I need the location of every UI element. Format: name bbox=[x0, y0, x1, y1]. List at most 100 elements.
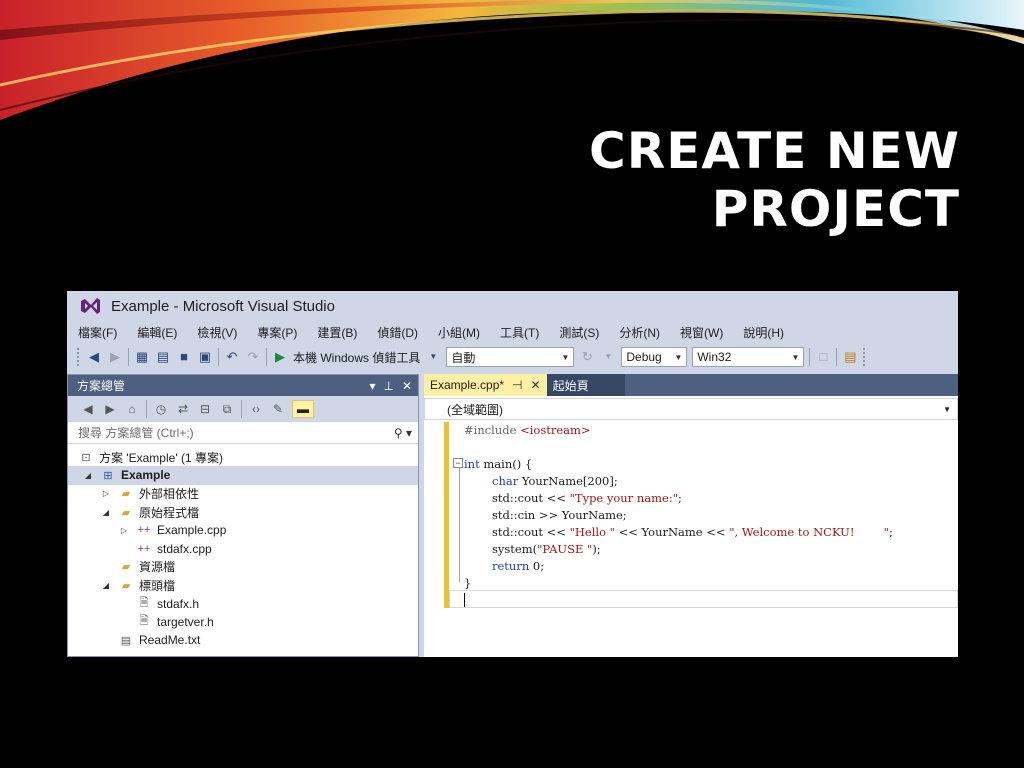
tree-row-resource-files[interactable]: ▰ 資源檔 bbox=[68, 558, 418, 576]
cpp-file-icon: ++ bbox=[137, 542, 151, 555]
collapse-all-icon[interactable]: ⊟ bbox=[197, 400, 213, 418]
tree-row-example-cpp[interactable]: ▷ ++ Example.cpp bbox=[68, 521, 418, 539]
close-icon[interactable]: ✕ bbox=[531, 378, 541, 392]
menu-build[interactable]: 建置(B) bbox=[317, 324, 357, 341]
tree-row-project[interactable]: ◢ ⊞ Example bbox=[68, 466, 418, 485]
change-tracking-bar bbox=[444, 422, 449, 608]
menu-help[interactable]: 說明(H) bbox=[743, 324, 784, 341]
code-token: ); bbox=[592, 542, 601, 556]
pin-icon[interactable]: ⊣ bbox=[512, 378, 522, 392]
forward-icon[interactable]: ▶ bbox=[102, 400, 118, 418]
auto-combo[interactable]: 自動 ▼ bbox=[446, 347, 575, 367]
tree-label: 標頭檔 bbox=[139, 578, 176, 593]
save-all-icon[interactable]: ▣ bbox=[197, 348, 213, 366]
tree-row-stdafx-h[interactable]: 🗎 stdafx.h bbox=[68, 594, 418, 612]
code-line: std::cin >> YourName; bbox=[492, 508, 627, 522]
chevron-down-icon: ▼ bbox=[561, 352, 570, 362]
solution-icon: ⊡ bbox=[81, 451, 91, 464]
menu-file[interactable]: 檔案(F) bbox=[78, 324, 117, 341]
undo-icon[interactable]: ↶ bbox=[224, 348, 240, 366]
project-icon: ⊞ bbox=[103, 469, 113, 482]
text-caret bbox=[464, 593, 465, 607]
solution-explorer-search[interactable]: 搜尋 方案總管 (Ctrl+;) ⚲ ▾ bbox=[68, 422, 418, 444]
search-icon[interactable]: ⚲ ▾ bbox=[394, 426, 412, 440]
collapsed-arrow-icon[interactable]: ▷ bbox=[100, 489, 112, 498]
tree-row-source-files[interactable]: ◢ ▰ 原始程式檔 bbox=[68, 503, 418, 521]
code-token: return bbox=[492, 559, 530, 573]
menu-analyze[interactable]: 分析(N) bbox=[619, 324, 660, 341]
refresh-icon[interactable]: ↻ bbox=[579, 348, 595, 366]
standard-toolbar: ◀ ▶ ▦ ▤ ■ ▣ ↶ ↷ ▶ 本機 Windows 偵錯工具 ▼ 自動 ▼… bbox=[67, 344, 958, 370]
scope-dropdown[interactable]: (全域範圍) ▼ bbox=[424, 398, 958, 420]
expanded-arrow-icon[interactable]: ◢ bbox=[100, 581, 112, 590]
home-icon[interactable]: ⌂ bbox=[124, 400, 140, 418]
title-bar: Example - Microsoft Visual Studio bbox=[67, 291, 958, 321]
pin-icon[interactable]: ⊥ bbox=[383, 379, 393, 393]
toolbar-grip[interactable] bbox=[77, 348, 81, 366]
code-line: return 0; bbox=[492, 558, 544, 575]
chevron-down-icon[interactable]: ▾ bbox=[369, 379, 375, 393]
toolbar-grip[interactable] bbox=[863, 348, 867, 366]
redo-icon[interactable]: ↷ bbox=[245, 348, 261, 366]
start-debugging-icon[interactable]: ▶ bbox=[272, 348, 288, 366]
tree-row-external-dependencies[interactable]: ▷ ▰ 外部相依性 bbox=[68, 485, 418, 503]
open-file-icon[interactable]: ▤ bbox=[155, 348, 171, 366]
solution-configuration-combo[interactable]: Debug ▼ bbox=[621, 347, 688, 367]
solution-platform-combo[interactable]: Win32 ▼ bbox=[692, 347, 805, 367]
tree-row-stdafx-cpp[interactable]: ++ stdafx.cpp bbox=[68, 539, 418, 557]
chevron-down-icon: ▼ bbox=[791, 352, 800, 362]
tree-row-header-files[interactable]: ◢ ▰ 標頭檔 bbox=[68, 576, 418, 594]
window-icon[interactable]: □ bbox=[815, 348, 831, 366]
folder-icon: ▰ bbox=[121, 488, 131, 501]
new-project-icon[interactable]: ▦ bbox=[134, 348, 150, 366]
properties-icon[interactable]: ✎ bbox=[270, 400, 286, 418]
show-all-files-icon[interactable]: ⧉ bbox=[219, 400, 235, 418]
solution-explorer-header: 方案總管 ▾ ⊥ ✕ bbox=[68, 375, 418, 396]
tree-label: 資源檔 bbox=[139, 560, 176, 575]
menu-window[interactable]: 視窗(W) bbox=[680, 324, 723, 341]
code-line: system("PAUSE "); bbox=[492, 541, 601, 558]
collapsed-arrow-icon[interactable]: ▷ bbox=[118, 526, 130, 535]
menu-project[interactable]: 專案(P) bbox=[257, 324, 297, 341]
forward-icon[interactable]: ▶ bbox=[107, 348, 123, 366]
expanded-arrow-icon[interactable]: ◢ bbox=[100, 508, 112, 517]
tab-example-cpp[interactable]: Example.cpp* ⊣ ✕ bbox=[424, 374, 547, 396]
start-debugging-label[interactable]: 本機 Windows 偵錯工具 bbox=[293, 349, 420, 366]
preview-selected-items-icon[interactable]: ▬ bbox=[292, 400, 314, 418]
tree-row-solution[interactable]: ⊡ 方案 'Example' (1 專案) bbox=[68, 448, 418, 466]
search-placeholder: 搜尋 方案總管 (Ctrl+;) bbox=[78, 426, 194, 440]
cpp-file-icon: ++ bbox=[137, 524, 151, 537]
toolbar-separator bbox=[809, 348, 811, 366]
menu-test[interactable]: 測試(S) bbox=[559, 324, 599, 341]
menu-tools[interactable]: 工具(T) bbox=[500, 324, 539, 341]
code-token: std::cout << bbox=[492, 491, 570, 505]
chevron-down-icon[interactable]: ▼ bbox=[600, 348, 616, 366]
code-area[interactable]: − #include <iostream> int main() { char … bbox=[424, 422, 958, 657]
menu-edit[interactable]: 編輯(E) bbox=[137, 324, 177, 341]
save-icon[interactable]: ■ bbox=[176, 348, 192, 366]
current-line-highlight bbox=[449, 590, 958, 608]
expanded-arrow-icon[interactable]: ◢ bbox=[82, 471, 94, 480]
menu-view[interactable]: 檢視(V) bbox=[197, 324, 237, 341]
menu-debug[interactable]: 偵錯(D) bbox=[377, 324, 418, 341]
back-icon[interactable]: ◀ bbox=[86, 348, 102, 366]
sync-icon[interactable]: ⇄ bbox=[175, 400, 191, 418]
folder-icon: ▰ bbox=[121, 579, 131, 592]
collapse-icon[interactable]: − bbox=[453, 458, 463, 468]
tree-label: ReadMe.txt bbox=[139, 633, 201, 648]
back-icon[interactable]: ◀ bbox=[80, 400, 96, 418]
tree-label: Example.cpp bbox=[157, 523, 227, 538]
tab-start-page[interactable]: 起始頁 bbox=[546, 374, 625, 396]
tree-label: targetver.h bbox=[157, 614, 214, 629]
tree-row-targetver-h[interactable]: 🗎 targetver.h bbox=[68, 613, 418, 631]
view-code-icon[interactable]: ‹› bbox=[248, 400, 264, 418]
find-icon[interactable]: ▤ bbox=[842, 348, 858, 366]
tree-row-readme[interactable]: ▤ ReadMe.txt bbox=[68, 631, 418, 649]
tree-label: 方案 'Example' (1 專案) bbox=[99, 450, 223, 465]
tree-label: 外部相依性 bbox=[139, 487, 200, 502]
chevron-down-icon[interactable]: ▼ bbox=[425, 348, 441, 366]
code-token: "Hello " bbox=[569, 525, 615, 539]
close-icon[interactable]: ✕ bbox=[402, 379, 412, 393]
pending-changes-filter-icon[interactable]: ◷ bbox=[153, 400, 169, 418]
menu-team[interactable]: 小組(M) bbox=[438, 324, 480, 341]
